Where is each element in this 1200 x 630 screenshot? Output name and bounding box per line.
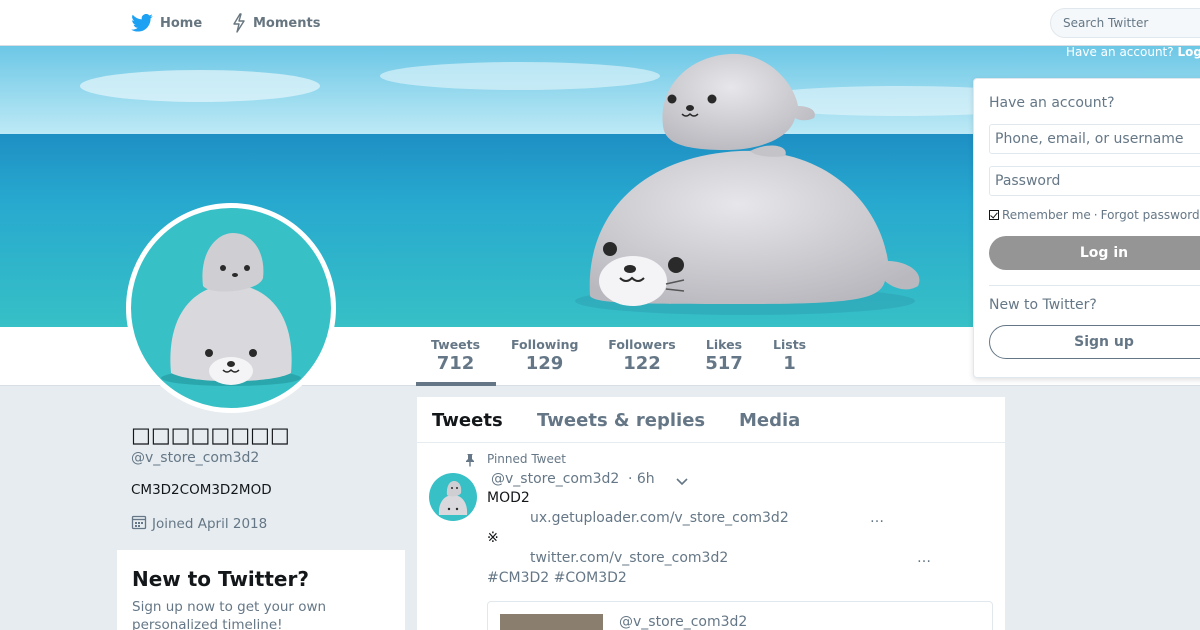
seal-avatar-image	[161, 233, 301, 386]
stat-likes[interactable]: Likes 517	[705, 337, 743, 374]
search-input[interactable]	[1050, 8, 1200, 38]
pin-icon	[464, 452, 476, 471]
twitter-bird-icon	[131, 14, 153, 32]
tweet-text-line: MOD2	[487, 490, 530, 506]
chevron-down-icon[interactable]	[675, 473, 689, 492]
nav-moments-label: Moments	[253, 15, 321, 31]
stat-lists[interactable]: Lists 1	[773, 337, 806, 374]
have-account-text: Have an account?	[1066, 45, 1174, 59]
login-link[interactable]: Log in	[1177, 45, 1200, 59]
profile-display-name: □□□□□□□□	[131, 423, 290, 447]
top-navigation-bar: Home Moments	[0, 0, 1200, 46]
stat-likes-label: Likes	[705, 337, 743, 352]
signup-button[interactable]: Sign up	[989, 325, 1200, 359]
password-field[interactable]	[989, 166, 1200, 196]
login-panel-divider	[989, 285, 1200, 286]
tweet-timestamp[interactable]: · 6h	[628, 471, 655, 487]
have-account-prompt: Have an account? Log in	[1066, 45, 1200, 59]
tweet-link[interactable]: twitter.com/v_store_com3d2	[530, 550, 728, 566]
tweet-link-ellipsis: …	[870, 510, 884, 526]
profile-joined-text: Joined April 2018	[152, 516, 268, 532]
new-to-twitter-subtitle: Sign up now to get your own personalized…	[132, 599, 327, 630]
stat-tweets-label: Tweets	[431, 337, 481, 352]
forgot-password-link[interactable]: Forgot password?	[1101, 208, 1200, 222]
new-to-twitter-card: New to Twitter? Sign up now to get your …	[117, 550, 405, 630]
stat-followers-value: 122	[623, 353, 661, 374]
profile-handle[interactable]: @v_store_com3d2	[131, 450, 259, 466]
stat-likes-value: 517	[705, 353, 743, 374]
tab-tweets[interactable]: Tweets	[432, 410, 503, 431]
quoted-tweet-card[interactable]: @v_store_com3d2	[487, 601, 993, 630]
nav-home[interactable]: Home	[131, 0, 202, 46]
stat-tweets-value: 712	[436, 353, 475, 374]
tweet-link-ellipsis: …	[917, 550, 931, 566]
pinned-tweet-label: Pinned Tweet	[487, 452, 566, 466]
stat-followers[interactable]: Followers 122	[608, 337, 676, 374]
tweet-avatar-image	[438, 481, 468, 515]
nav-home-label: Home	[160, 15, 203, 31]
new-to-twitter-title: New to Twitter?	[132, 567, 309, 591]
calendar-icon	[131, 514, 147, 534]
login-panel-title: Have an account?	[989, 95, 1115, 111]
tweet-link[interactable]: ux.getuploader.com/v_store_com3d2	[530, 510, 789, 526]
tweet-avatar[interactable]	[429, 473, 477, 521]
username-field[interactable]	[989, 124, 1200, 154]
remember-me-label[interactable]: Remember me	[1002, 208, 1091, 222]
stat-following-label: Following	[511, 337, 579, 352]
quoted-tweet-handle: @v_store_com3d2	[619, 614, 748, 630]
stat-following[interactable]: Following 129	[511, 337, 578, 374]
new-to-twitter-prompt: New to Twitter?	[989, 297, 1097, 313]
remember-forgot-separator: ·	[1093, 208, 1098, 222]
stat-following-value: 129	[525, 353, 564, 374]
lightning-icon	[232, 13, 246, 33]
stat-lists-label: Lists	[773, 337, 807, 352]
tweet-hashtags[interactable]: #CM3D2 #COM3D2	[487, 570, 627, 586]
quoted-tweet-thumbnail	[500, 614, 603, 630]
remember-me-row: Remember me · Forgot password?	[989, 208, 1200, 222]
tweet-author-handle[interactable]: @v_store_com3d2	[491, 471, 619, 487]
stat-tweets[interactable]: Tweets 712	[431, 337, 480, 374]
stat-lists-value: 1	[783, 353, 796, 374]
profile-avatar[interactable]	[126, 203, 336, 413]
login-dropdown: Have an account? Remember me · Forgot pa…	[973, 78, 1200, 378]
stat-followers-label: Followers	[608, 337, 676, 352]
profile-joined: Joined April 2018	[131, 514, 267, 534]
active-stat-indicator	[416, 382, 496, 386]
timeline: Tweets Tweets & replies Media Pinned Twe…	[417, 397, 1005, 630]
tab-media[interactable]: Media	[739, 410, 800, 431]
nav-moments[interactable]: Moments	[232, 0, 320, 46]
profile-bio: CM3D2COM3D2MOD	[131, 482, 272, 498]
timeline-tabs: Tweets Tweets & replies Media	[417, 397, 1005, 443]
remember-me-checkbox[interactable]	[989, 210, 999, 220]
tab-tweets-and-replies[interactable]: Tweets & replies	[537, 410, 705, 431]
tweet-text-line: ※	[487, 530, 499, 546]
login-button[interactable]: Log in	[989, 236, 1200, 270]
